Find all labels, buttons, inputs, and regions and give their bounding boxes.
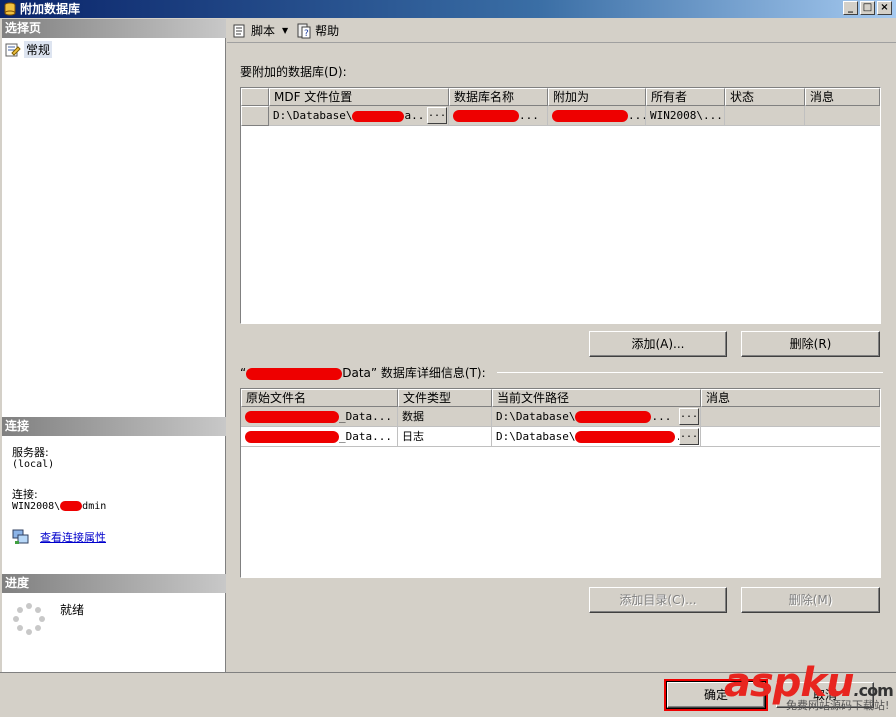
column-header-message[interactable]: 消息 <box>701 389 880 407</box>
file-type-cell: 日志 <box>398 427 492 447</box>
view-connection-properties-link[interactable]: 查看连接属性 <box>40 529 106 545</box>
attach-as-text: ... <box>628 109 646 122</box>
column-header-file-type[interactable]: 文件类型 <box>398 389 492 407</box>
redaction-mark <box>552 110 628 122</box>
section-divider <box>497 372 883 373</box>
table-row[interactable]: _Data... 日志 D:\Database\... ... <box>241 427 880 447</box>
original-file-text: _Data... <box>339 430 392 443</box>
help-icon: ? <box>297 23 311 39</box>
original-file-cell[interactable]: _Data... <box>241 427 398 447</box>
mdf-path-text: D:\Database\ <box>273 109 353 122</box>
connection-properties-icon <box>12 529 29 544</box>
toolbar: 脚本 ▼ ? 帮助 <box>227 19 896 43</box>
current-path-cell[interactable]: D:\Database\... ... <box>492 427 701 447</box>
script-icon <box>233 24 245 37</box>
connection-suffix: dmin <box>82 501 107 512</box>
column-header-db-name[interactable]: 数据库名称 <box>449 88 548 106</box>
window-title: 附加数据库 <box>20 2 81 16</box>
table-row[interactable]: _Data... 数据 D:\Database\... ... <box>241 407 880 427</box>
script-label: 脚本 <box>251 24 276 38</box>
redaction-mark <box>245 431 339 443</box>
message-cell <box>805 106 880 126</box>
table-row[interactable]: D:\Database\ a... ... ... ... WIN2008\... <box>241 106 880 126</box>
connection-prefix: WIN2008\ <box>12 501 61 512</box>
details-grid[interactable]: 原始文件名 文件类型 当前文件路径 消息 _Data... 数据 D:\Data… <box>240 388 881 578</box>
sidebar-item-label: 常规 <box>24 41 53 58</box>
details-label-suffix: Data” 数据库详细信息(T): <box>342 366 486 380</box>
window-controls: _ □ × <box>843 1 892 15</box>
connection-label: 连接: <box>12 488 38 501</box>
current-path-cell[interactable]: D:\Database\... ... <box>492 407 701 427</box>
help-button[interactable]: ? 帮助 <box>294 22 341 39</box>
redaction-mark <box>453 110 519 122</box>
path-suffix: ... <box>651 410 672 423</box>
add-database-button[interactable]: 添加(A)... <box>589 331 727 357</box>
server-value: (local) <box>12 459 55 470</box>
sidebar-item-general[interactable]: 常规 <box>5 41 53 58</box>
minimize-button[interactable]: _ <box>843 1 858 15</box>
path-text: D:\Database\ <box>496 430 576 443</box>
progress-header: 进度 <box>2 574 226 593</box>
connection-header: 连接 <box>2 417 226 436</box>
remove-database-button[interactable]: 删除(R) <box>741 331 880 357</box>
add-catalog-button[interactable]: 添加目录(C)... <box>589 587 727 613</box>
db-name-text: ... <box>519 109 539 122</box>
column-header-owner[interactable]: 所有者 <box>646 88 725 106</box>
redaction-mark <box>575 431 676 443</box>
progress-spinner-icon <box>13 603 45 635</box>
left-pane: 选择页 常规 连接 服务器: (local) 连接: WIN2008\ dmin … <box>2 19 226 672</box>
close-button[interactable]: × <box>877 1 892 15</box>
redaction-mark <box>60 501 83 511</box>
redaction-mark <box>575 411 652 423</box>
db-name-cell[interactable]: ... <box>449 106 548 126</box>
main-panel: 要附加的数据库(D): MDF 文件位置 数据库名称 附加为 所有者 状态 消息… <box>227 44 896 672</box>
dropdown-arrow-icon[interactable]: ▼ <box>282 26 288 35</box>
browse-path-button[interactable]: ... <box>679 408 699 425</box>
path-text: D:\Database\ <box>496 410 576 423</box>
column-header-message[interactable]: 消息 <box>805 88 880 106</box>
remove-file-button[interactable]: 删除(M) <box>741 587 880 613</box>
database-icon <box>4 2 16 16</box>
watermark-subtext: 免费网站源码下载站! <box>786 699 890 712</box>
help-label: 帮助 <box>315 24 340 38</box>
status-cell <box>725 106 805 126</box>
details-section-label: “Data” 数据库详细信息(T): <box>240 364 486 381</box>
attach-grid[interactable]: MDF 文件位置 数据库名称 附加为 所有者 状态 消息 D:\Database… <box>240 87 881 324</box>
connection-value: WIN2008\ dmin <box>12 501 106 513</box>
original-file-cell[interactable]: _Data... <box>241 407 398 427</box>
server-label: 服务器: <box>12 446 49 459</box>
column-header-original-file[interactable]: 原始文件名 <box>241 389 398 407</box>
file-type-cell: 数据 <box>398 407 492 427</box>
row-header-cell <box>241 88 269 106</box>
svg-text:?: ? <box>304 29 309 39</box>
title-bar: 附加数据库 _ □ × <box>0 0 896 18</box>
attach-as-cell[interactable]: ... <box>548 106 646 126</box>
page-properties-icon <box>5 43 21 56</box>
redaction-mark <box>246 367 343 380</box>
maximize-button[interactable]: □ <box>860 1 875 15</box>
column-header-current-path[interactable]: 当前文件路径 <box>492 389 701 407</box>
redaction-mark <box>352 110 405 122</box>
message-cell <box>701 427 880 447</box>
column-header-mdf[interactable]: MDF 文件位置 <box>269 88 449 106</box>
databases-to-attach-label: 要附加的数据库(D): <box>240 65 347 79</box>
details-grid-header: 原始文件名 文件类型 当前文件路径 消息 <box>241 389 880 407</box>
attach-grid-header: MDF 文件位置 数据库名称 附加为 所有者 状态 消息 <box>241 88 880 106</box>
browse-mdf-button[interactable]: ... <box>427 107 447 124</box>
original-file-text: _Data... <box>339 410 392 423</box>
redaction-mark <box>245 411 339 423</box>
column-header-attach-as[interactable]: 附加为 <box>548 88 646 106</box>
column-header-status[interactable]: 状态 <box>725 88 805 106</box>
browse-path-button[interactable]: ... <box>679 428 699 445</box>
owner-cell[interactable]: WIN2008\... <box>646 106 725 126</box>
progress-status: 就绪 <box>60 603 85 617</box>
select-page-header: 选择页 <box>2 19 226 38</box>
mdf-location-cell[interactable]: D:\Database\ a... ... <box>269 106 449 126</box>
script-button[interactable]: 脚本 ▼ <box>230 22 290 39</box>
row-selector[interactable] <box>241 106 269 126</box>
message-cell <box>701 407 880 427</box>
